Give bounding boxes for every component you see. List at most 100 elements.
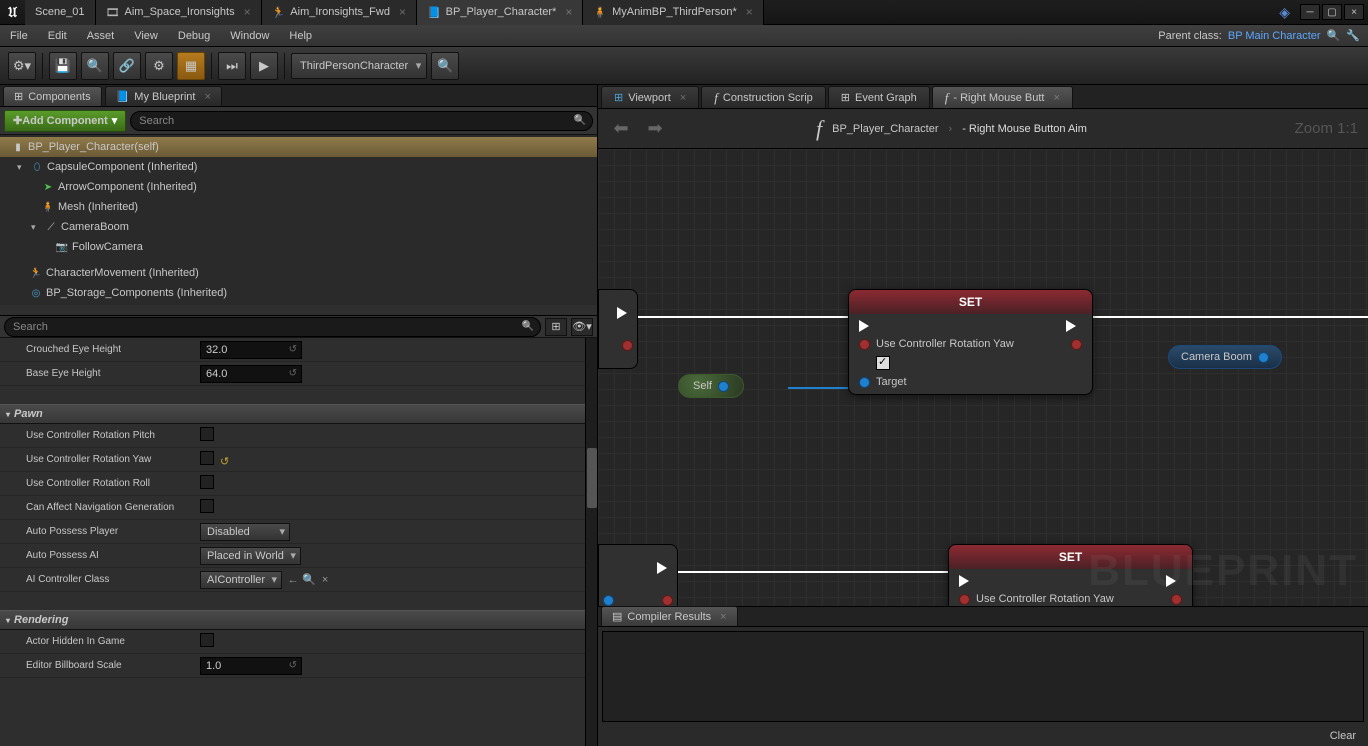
close-icon[interactable]: × [244,5,251,19]
pin[interactable] [1071,339,1082,350]
close-button[interactable]: × [1344,4,1364,20]
exec-out-pin[interactable] [1066,320,1082,332]
node-fragment[interactable] [598,289,638,369]
chevron-down-icon[interactable]: ▾ [17,162,27,173]
menu-edit[interactable]: Edit [38,25,77,46]
compile-button[interactable]: ⚙▾ [8,52,36,80]
search-icon[interactable]: 🔍 [1327,29,1341,42]
num-input[interactable]: 64.0 [200,365,302,383]
node-cameraboom[interactable]: Camera Boom [1168,345,1282,369]
tree-row[interactable]: 📷FollowCamera [0,237,597,257]
num-input[interactable]: 32.0 [200,341,302,359]
checkbox[interactable] [200,451,214,465]
tree-row[interactable]: 🧍Mesh (Inherited) [0,197,597,217]
details-body[interactable]: Crouched Eye Height32.0 Base Eye Height6… [0,338,597,746]
title-tab-animbp[interactable]: 🧍MyAnimBP_ThirdPerson*× [583,0,763,25]
clear-button[interactable]: Clear [1330,730,1356,742]
category-pawn[interactable]: Pawn [0,404,597,424]
locate-button[interactable]: 🔍 [431,52,459,80]
title-tab-aimspace[interactable]: 🎞Aim_Space_Ironsights× [96,0,262,25]
close-icon[interactable]: × [746,5,753,19]
marketplace-icon[interactable]: ◈ [1279,4,1290,21]
rtab-construction[interactable]: fConstruction Scrip [701,86,826,108]
tree-row[interactable]: ▾⟋CameraBoom [0,217,597,237]
num-input[interactable]: 1.0 [200,657,302,675]
close-icon[interactable]: × [399,5,406,19]
tree-row[interactable]: ▾⬯CapsuleComponent (Inherited) [0,157,597,177]
pin[interactable] [959,594,970,605]
rtab-viewport[interactable]: ⊞Viewport× [601,86,699,108]
details-search-input[interactable]: Search [4,317,541,337]
exec-pin[interactable] [657,562,673,574]
close-icon[interactable]: × [680,92,686,104]
maximize-button[interactable]: ▢ [1322,4,1342,20]
pin[interactable] [859,339,870,350]
menu-file[interactable]: File [0,25,38,46]
nav-back-button[interactable]: ⬅ [608,116,634,142]
revert-icon[interactable]: ↺ [220,456,229,468]
chevron-down-icon[interactable]: ▾ [31,222,41,233]
close-icon[interactable]: × [720,611,726,623]
details-eye-button[interactable]: 👁▾ [571,318,593,336]
node-fragment[interactable] [598,544,678,606]
simulation-button[interactable]: ▦ [177,52,205,80]
menu-debug[interactable]: Debug [168,25,220,46]
parent-class-link[interactable]: BP Main Character [1228,30,1321,42]
graph-canvas[interactable]: SET Use Controller Rotation Yaw ✓ Target… [598,149,1368,606]
tab-myblueprint[interactable]: 📘My Blueprint× [105,86,222,106]
tree-row[interactable]: 🏃CharacterMovement (Inherited) [0,263,597,283]
class-settings-button[interactable]: 🔗 [113,52,141,80]
checkbox[interactable] [200,475,214,489]
play-step-button[interactable]: ⏭ [218,52,246,80]
pin[interactable] [718,381,729,392]
menu-help[interactable]: Help [279,25,322,46]
select[interactable]: Placed in World [200,547,301,565]
minimize-button[interactable]: ─ [1300,4,1320,20]
close-icon[interactable]: × [565,5,572,19]
menu-window[interactable]: Window [220,25,279,46]
tree-row-self[interactable]: ▮BP_Player_Character(self) [0,137,597,157]
select[interactable]: AIController [200,571,282,589]
scrollbar[interactable] [585,338,597,746]
compiler-output[interactable] [602,631,1364,722]
target-pin[interactable] [859,377,870,388]
title-tab-bpplayer[interactable]: 📘BP_Player_Character*× [417,0,583,25]
pin[interactable] [622,340,633,351]
select[interactable]: Disabled [200,523,290,541]
checkbox[interactable]: ✓ [876,356,890,370]
details-grid-button[interactable]: ⊞ [545,318,567,336]
debug-filter-select[interactable]: ThirdPersonCharacter [291,53,427,79]
title-tab-aimiron[interactable]: 🏃Aim_Ironsights_Fwd× [262,0,417,25]
node-set[interactable]: SET Use Controller Rotation Yaw ✓ Target [848,289,1093,395]
exec-in-pin[interactable] [859,320,875,332]
breadcrumb-leaf[interactable]: - Right Mouse Button Aim [962,123,1087,135]
menu-view[interactable]: View [124,25,168,46]
exec-in-pin[interactable] [959,575,975,587]
tree-row[interactable]: ◎BP_Storage_Components (Inherited) [0,283,597,303]
node-self[interactable]: Self [678,374,744,398]
tab-components[interactable]: ⊞Components [3,86,102,106]
pin[interactable] [662,595,673,606]
rtab-rmb[interactable]: f- Right Mouse Butt× [932,86,1073,108]
add-component-button[interactable]: ✚ Add Component [4,110,126,132]
rtab-eventgraph[interactable]: ⊞Event Graph [828,86,930,108]
pin[interactable] [603,595,614,606]
checkbox[interactable] [200,499,214,513]
options-icon[interactable]: 🔧 [1346,29,1360,42]
tree-row[interactable]: ➤ArrowComponent (Inherited) [0,177,597,197]
class-defaults-button[interactable]: ⚙ [145,52,173,80]
back-icon[interactable]: ← [285,572,301,588]
title-tab-scene[interactable]: Scene_01 [25,0,96,25]
find-button[interactable]: 🔍 [81,52,109,80]
breadcrumb-root[interactable]: BP_Player_Character [832,123,938,135]
search-icon[interactable]: 🔍 [301,571,317,587]
components-search-input[interactable]: Search [130,111,593,131]
save-button[interactable]: 💾 [49,52,77,80]
menu-asset[interactable]: Asset [77,25,125,46]
category-rendering[interactable]: Rendering [0,610,597,630]
checkbox[interactable] [200,427,214,441]
checkbox[interactable] [200,633,214,647]
close-icon[interactable]: × [1053,92,1059,104]
pin[interactable] [1258,352,1269,363]
exec-pin[interactable] [617,307,633,319]
